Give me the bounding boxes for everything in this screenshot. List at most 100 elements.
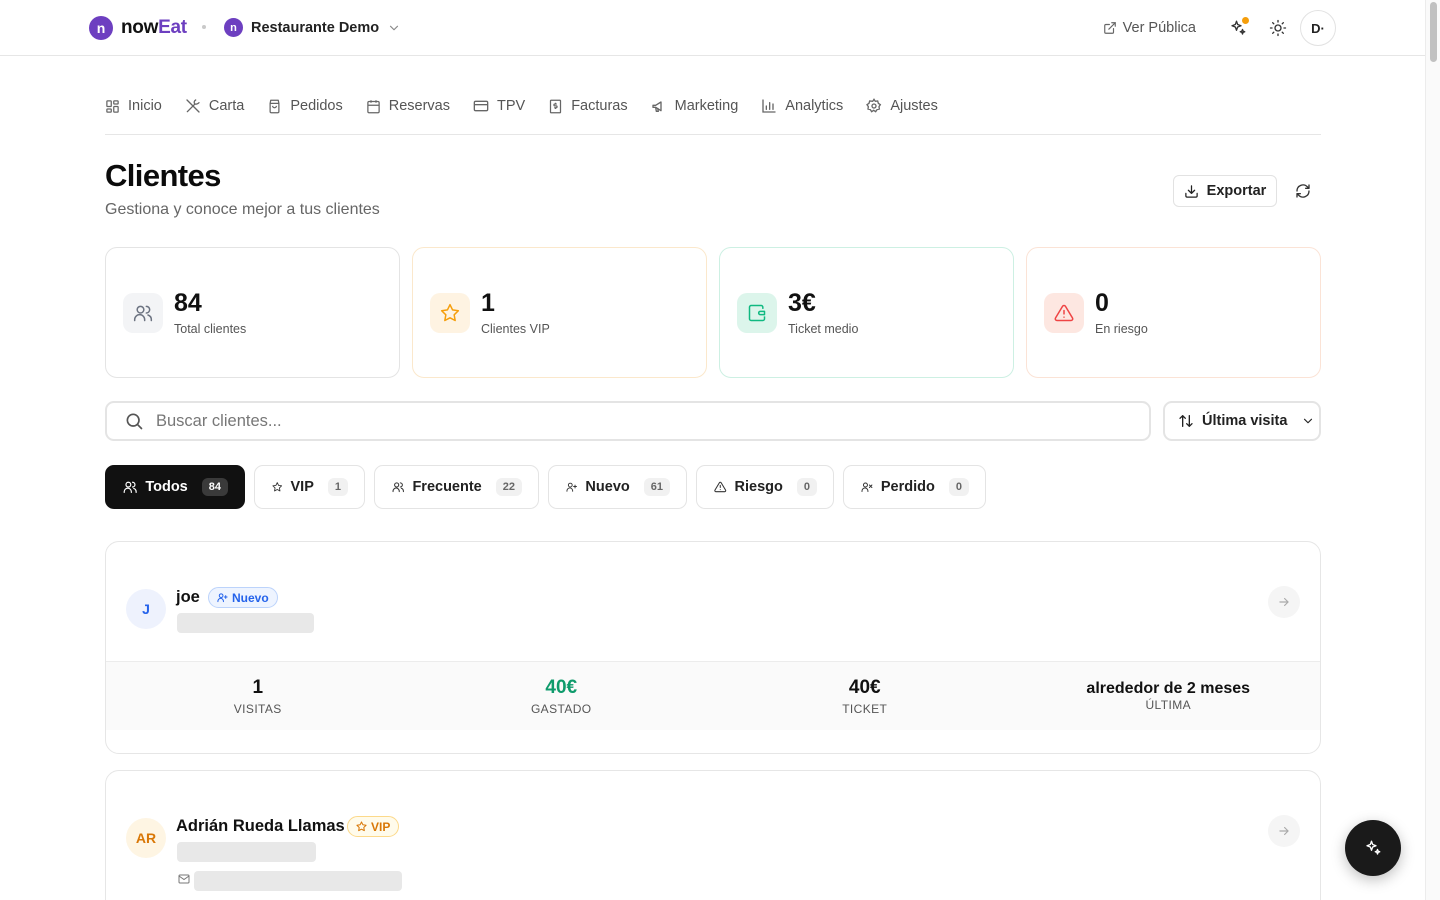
external-link-icon: [1103, 22, 1116, 34]
client-email-placeholder: [194, 871, 402, 891]
arrow-right-icon: [1279, 597, 1289, 607]
page-subtitle: Gestiona y conoce mejor a tus clientes: [105, 201, 380, 218]
metric-visitas: 1 VISITAS: [106, 662, 410, 730]
stat-label: En riesgo: [1095, 322, 1148, 336]
filter-frecuente[interactable]: Frecuente 22: [374, 465, 539, 509]
filter-count: 0: [948, 478, 969, 496]
users-icon: [392, 482, 404, 493]
client-avatar: J: [126, 589, 166, 629]
restaurant-name: Restaurante Demo: [251, 19, 380, 36]
client-metrics: 1 VISITAS 40€ GASTADO 40€ TICKET alreded…: [106, 661, 1320, 730]
client-open-button[interactable]: [1268, 815, 1300, 847]
filter-label: Frecuente: [412, 479, 482, 495]
scrollbar[interactable]: [1425, 0, 1440, 900]
search-icon: [126, 413, 143, 430]
nav-item-pedidos[interactable]: Pedidos: [267, 88, 343, 124]
ver-publica-link[interactable]: Ver Pública: [1103, 20, 1196, 36]
filter-count: 1: [327, 478, 348, 496]
nav-item-inicio[interactable]: Inicio: [105, 88, 162, 124]
ai-assistant-button[interactable]: [1218, 10, 1258, 46]
badge-label: Nuevo: [232, 590, 269, 605]
segment-filters: Todos 84 VIP 1 Frecuente 22 Nuevo 61 Rie…: [105, 465, 986, 509]
nav-item-ajustes[interactable]: Ajustes: [866, 88, 938, 124]
stat-value: 84: [174, 289, 202, 317]
client-badge-nuevo: Nuevo: [208, 587, 278, 608]
card-icon: [473, 100, 489, 112]
filter-vip[interactable]: VIP 1: [254, 465, 365, 509]
megaphone-icon: [651, 101, 662, 112]
users-icon: [123, 481, 137, 493]
stat-value: 1: [481, 289, 495, 317]
restaurant-switcher[interactable]: n Restaurante Demo: [224, 18, 401, 37]
filter-count: 84: [201, 478, 228, 496]
sun-icon: [1269, 19, 1287, 37]
user-plus-icon: [566, 482, 577, 492]
brand-logo[interactable]: n nowEat: [89, 16, 187, 40]
ai-chat-fab[interactable]: [1345, 820, 1401, 876]
nav-item-carta[interactable]: Carta: [185, 88, 244, 124]
client-open-button[interactable]: [1268, 586, 1300, 618]
filter-label: Perdido: [880, 479, 935, 495]
metric-label: TICKET: [842, 701, 888, 716]
nav-label: Facturas: [571, 98, 628, 114]
metric-label: VISITAS: [233, 701, 282, 716]
grid-icon: [106, 99, 119, 113]
filter-todos[interactable]: Todos 84: [105, 465, 245, 509]
filter-label: VIP: [290, 479, 314, 495]
metric-label: ÚLTIMA: [1145, 698, 1191, 712]
client-card[interactable]: AR Adrián Rueda Llamas VIP: [105, 770, 1321, 900]
chevron-down-icon: [1304, 418, 1313, 424]
filter-label: Todos: [145, 479, 188, 495]
stat-card-vip: 1 Clientes VIP: [412, 247, 707, 378]
sort-label: Última visita: [1202, 413, 1288, 429]
search-input[interactable]: [156, 411, 1056, 431]
scrollbar-thumb[interactable]: [1430, 2, 1437, 62]
client-avatar: AR: [126, 818, 166, 858]
client-phone-placeholder: [177, 842, 316, 862]
sort-select[interactable]: Última visita: [1163, 401, 1321, 441]
page-title: Clientes: [105, 158, 221, 193]
nav-label: Marketing: [674, 98, 739, 114]
stat-label: Total clientes: [174, 322, 247, 336]
client-card[interactable]: J joe Nuevo 1 VISITAS 40€ GASTADO 40€ TI…: [105, 541, 1321, 754]
user-avatar[interactable]: D·: [1300, 10, 1336, 46]
client-name: Adrián Rueda Llamas: [176, 817, 345, 835]
metric-value: 1: [252, 676, 264, 698]
filter-count: 61: [643, 478, 670, 496]
refresh-button[interactable]: [1287, 175, 1319, 207]
nav-label: Ajustes: [890, 98, 938, 114]
bag-icon: [269, 99, 280, 113]
search-box[interactable]: [105, 401, 1151, 441]
stat-label: Clientes VIP: [481, 322, 550, 336]
client-name: joe: [176, 588, 200, 606]
export-button[interactable]: Exportar: [1173, 175, 1277, 207]
main-nav: Inicio Carta Pedidos Reservas TPV Factur…: [105, 88, 1321, 135]
sort-arrows-icon: [1179, 415, 1193, 427]
arrow-right-icon: [1279, 826, 1289, 836]
nav-item-reservas[interactable]: Reservas: [366, 88, 450, 124]
metric-value: alrededor de 2 meses: [1086, 680, 1251, 697]
star-icon: [356, 821, 367, 832]
nav-item-marketing[interactable]: Marketing: [651, 88, 739, 124]
stat-card-riesgo: 0 En riesgo: [1026, 247, 1321, 378]
utensils-icon: [186, 99, 200, 113]
nav-label: Carta: [208, 98, 245, 114]
metric-ultima: alrededor de 2 meses ÚLTIMA: [1017, 662, 1321, 730]
client-badge-vip: VIP: [347, 816, 400, 837]
client-phone-placeholder: [177, 613, 314, 633]
ver-publica-label: Ver Pública: [1122, 20, 1196, 36]
theme-toggle-button[interactable]: [1258, 10, 1298, 46]
filter-count: 22: [495, 478, 522, 496]
nav-item-tpv[interactable]: TPV: [473, 88, 525, 124]
top-bar: n nowEat n Restaurante Demo Ver Pública …: [0, 0, 1425, 56]
nav-item-analytics[interactable]: Analytics: [761, 88, 843, 124]
nav-item-facturas[interactable]: Facturas: [548, 88, 628, 124]
user-plus-icon: [217, 593, 228, 603]
notification-dot: [1242, 17, 1249, 24]
filter-perdido[interactable]: Perdido 0: [843, 465, 986, 509]
download-icon: [1184, 184, 1198, 198]
filter-nuevo[interactable]: Nuevo 61: [548, 465, 687, 509]
sparkles-icon: [1366, 840, 1381, 855]
filter-riesgo[interactable]: Riesgo 0: [696, 465, 834, 509]
stat-value: 0: [1095, 289, 1109, 317]
